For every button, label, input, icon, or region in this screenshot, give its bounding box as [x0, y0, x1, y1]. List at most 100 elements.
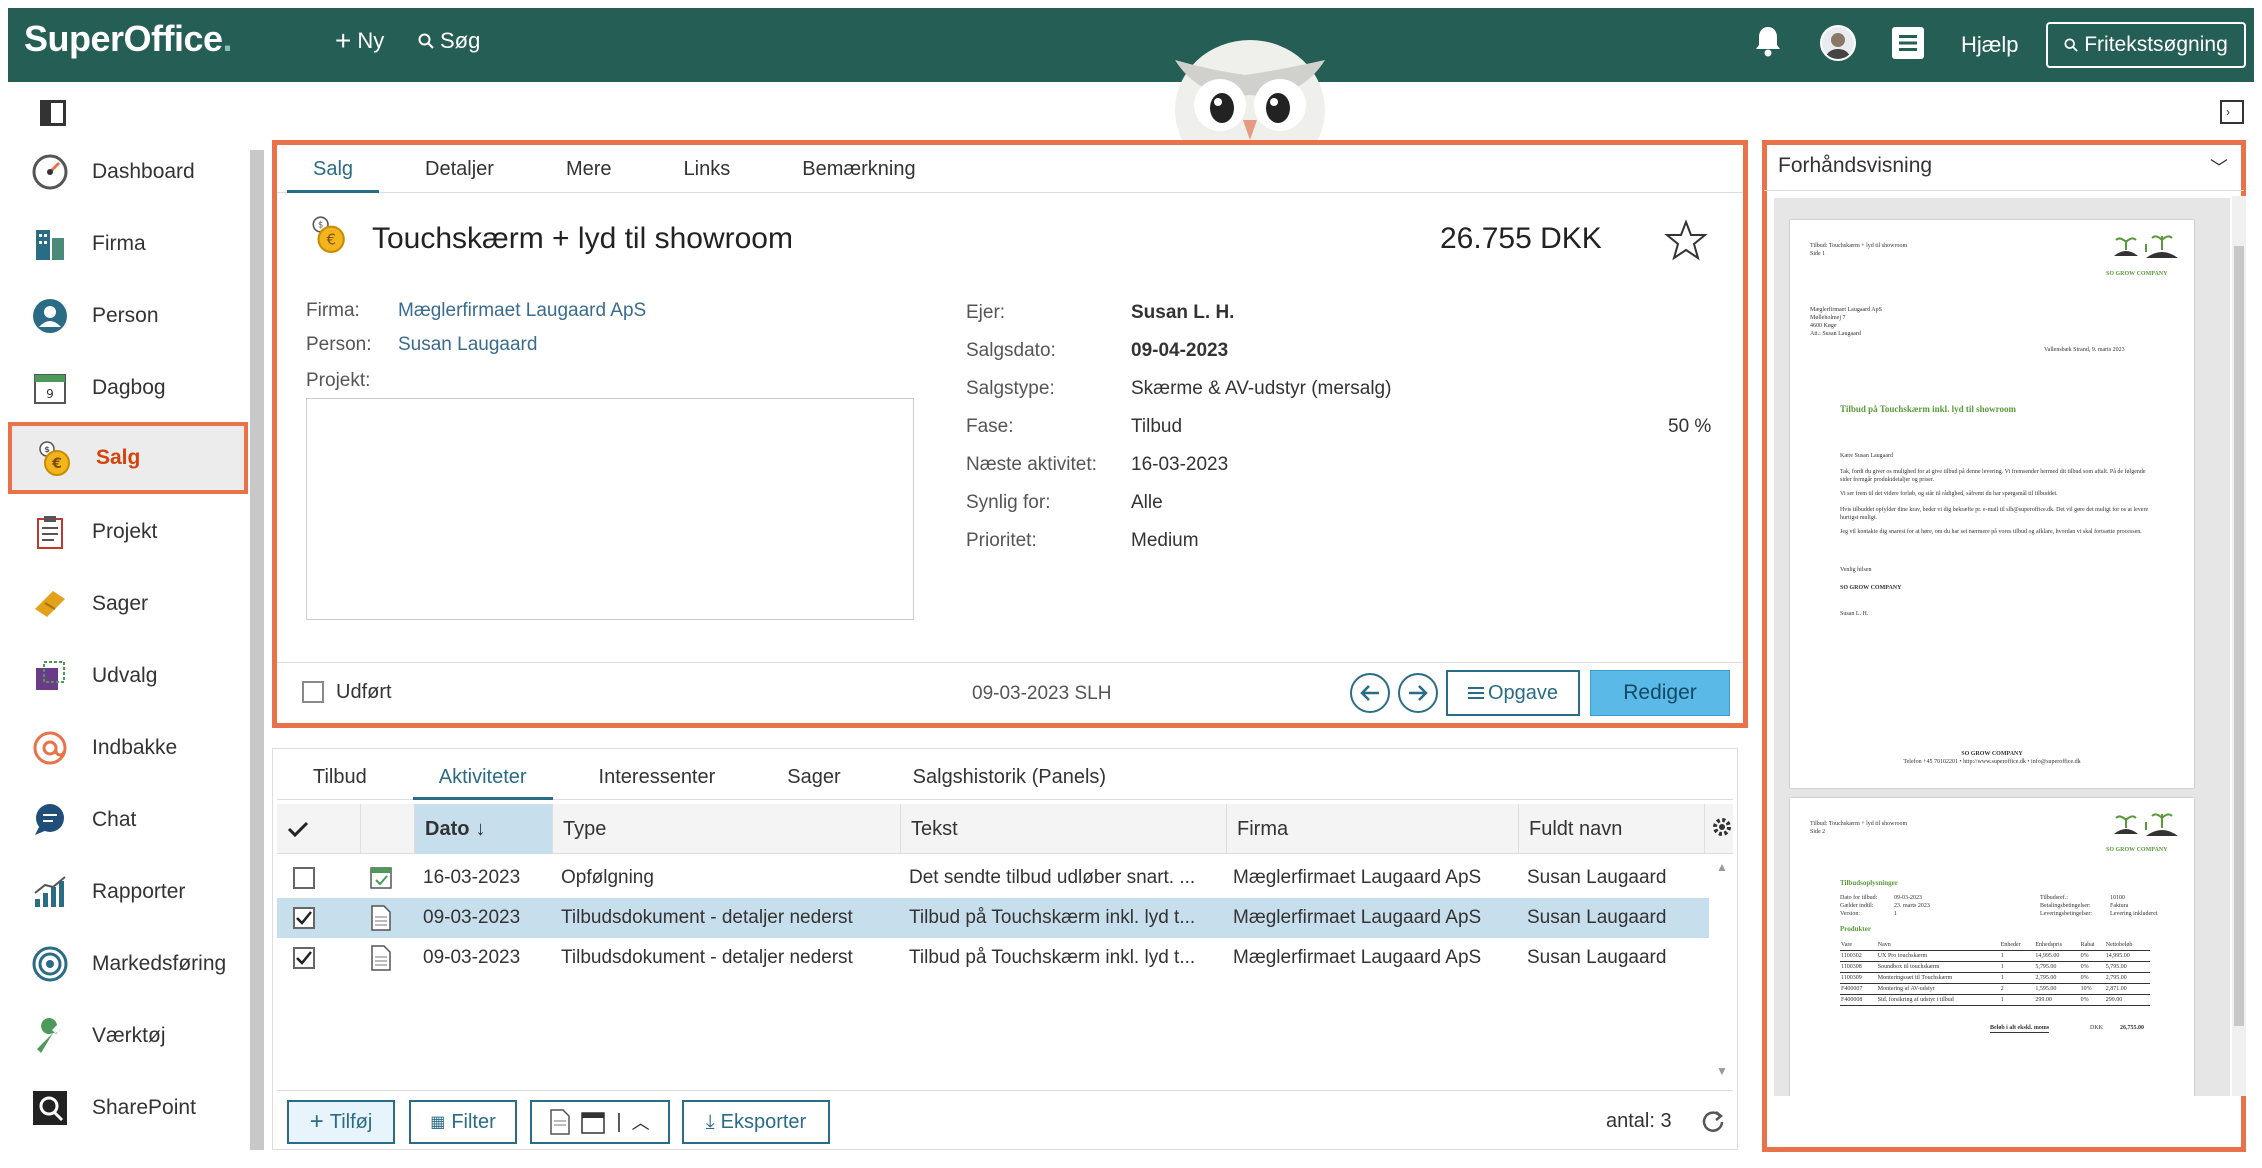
- table-row[interactable]: 16-03-2023 Opfølgning Det sendte tilbud …: [277, 858, 1709, 898]
- sale-date-value: 09-04-2023: [1131, 340, 1229, 361]
- expand-panel-icon[interactable]: ›: [2220, 100, 2244, 124]
- add-button[interactable]: + Tilføj: [287, 1100, 395, 1144]
- sidebar-collapse-icon[interactable]: [40, 100, 66, 126]
- sidebar-item-label: Udvalg: [92, 664, 158, 687]
- hamburger-menu-icon[interactable]: [1892, 27, 1924, 59]
- building-icon: [30, 224, 70, 264]
- tab-sager[interactable]: Sager: [751, 754, 876, 799]
- task-button[interactable]: Opgave: [1446, 670, 1580, 716]
- person-link[interactable]: Susan Laugaard: [398, 334, 537, 356]
- sidebar-item-indbakke[interactable]: Indbakke: [8, 712, 248, 784]
- select-all-checkmark[interactable]: [277, 804, 361, 854]
- tab-aktiviteter[interactable]: Aktiviteter: [403, 754, 563, 800]
- tab-bemaerkning[interactable]: Bemærkning: [766, 145, 951, 192]
- edit-button[interactable]: Rediger: [1590, 670, 1730, 716]
- refresh-icon[interactable]: [1700, 1108, 1726, 1139]
- firma-link[interactable]: Mæglerfirmaet Laugaard ApS: [398, 300, 646, 322]
- doc-heading: Tilbud på Touchskærm inkl. lyd til showr…: [1840, 404, 2016, 414]
- product-cell: 0%: [2080, 964, 2089, 970]
- fulltext-search-label: Fritekstsøgning: [2084, 33, 2228, 56]
- doc2-info-left-2-value: 23. marts 2023: [1894, 903, 1930, 909]
- tab-mere[interactable]: Mere: [530, 145, 648, 192]
- sidebar-item-dashboard[interactable]: Dashboard: [8, 136, 248, 208]
- sidebar-item-rapporter[interactable]: Rapporter: [8, 856, 248, 928]
- fulltext-search-button[interactable]: Fritekstsøgning: [2046, 22, 2246, 68]
- chevron-down-icon[interactable]: ﹀: [2210, 154, 2228, 180]
- sidebar-item-person[interactable]: Person: [8, 280, 248, 352]
- table-row[interactable]: 09-03-2023 Tilbudsdokument - detaljer ne…: [277, 898, 1709, 938]
- column-firma[interactable]: Firma: [1227, 804, 1519, 854]
- superoffice-logo[interactable]: SuperOffice.: [24, 18, 233, 60]
- column-fuldt-navn[interactable]: Fuldt navn: [1519, 804, 1705, 854]
- search-button[interactable]: Søg: [418, 28, 480, 54]
- sidebar-item-projekt[interactable]: Projekt: [8, 496, 248, 568]
- sidebar-scrollbar[interactable]: [250, 150, 264, 1150]
- sidebar-item-firma[interactable]: Firma: [8, 208, 248, 280]
- tab-links[interactable]: Links: [648, 145, 767, 192]
- tab-interessenter[interactable]: Interessenter: [563, 754, 752, 799]
- preview-scroll-thumb[interactable]: [2234, 246, 2244, 1026]
- product-row: 1100309 Monteringssæt til Touchskærm 1 2,79…: [1840, 972, 2150, 984]
- next-arrow-icon[interactable]: [1398, 673, 1438, 713]
- row-checkbox[interactable]: [293, 947, 315, 969]
- preview-document[interactable]: Tilbud: Touchskærm + lyd til showroom Si…: [1774, 198, 2230, 1096]
- sidebar-item-sharepoint[interactable]: SharePoint: [8, 1072, 248, 1144]
- sidebar-item-markedsforing[interactable]: Markedsføring: [8, 928, 248, 1000]
- product-cell: 1: [2000, 964, 2004, 970]
- column-tekst[interactable]: Tekst: [901, 804, 1227, 854]
- company-logo-icon: [2114, 813, 2178, 836]
- doc-address-1: Mæglerfirmaet Laugaard ApS: [1810, 307, 1882, 313]
- sale-amount: 26.755 DKK: [1440, 222, 1602, 256]
- help-link[interactable]: Hjælp: [1961, 32, 2018, 58]
- row-checkbox[interactable]: [293, 867, 315, 889]
- plus-icon: +: [309, 1108, 324, 1135]
- product-cell: F400008: [1841, 997, 1863, 1003]
- sidebar-item-salg[interactable]: $ € Salg: [8, 422, 248, 494]
- calendar-view-icon[interactable]: [580, 1109, 606, 1135]
- product-cell: 1,595.00: [2035, 986, 2057, 992]
- bell-icon[interactable]: [1752, 24, 1784, 58]
- gear-icon[interactable]: [1710, 815, 1734, 844]
- sidebar-item-dagbog[interactable]: 9 Dagbog: [8, 352, 248, 424]
- product-cell: 1: [2000, 953, 2004, 959]
- product-cell: 2,871.00: [2105, 986, 2127, 992]
- column-type[interactable]: Type: [553, 804, 901, 854]
- amount-value: 26.755: [1440, 222, 1532, 255]
- tab-salgshistorik[interactable]: Salgshistorik (Panels): [877, 754, 1142, 799]
- new-button[interactable]: + Ny: [335, 25, 384, 56]
- sidebar-item-chat[interactable]: Chat: [8, 784, 248, 856]
- plus-icon: +: [335, 25, 352, 56]
- grid-icon: ▦: [430, 1114, 446, 1131]
- done-checkbox[interactable]: [302, 681, 324, 703]
- product-cell: UX Pro touchskærm: [1877, 953, 1928, 959]
- sidebar-item-sager[interactable]: Sager: [8, 568, 248, 640]
- filter-button[interactable]: ▦ Filter: [409, 1100, 517, 1144]
- product-cell: Montering af AV-udstyr: [1877, 986, 1935, 992]
- sidebar-item-vaerktoj[interactable]: Værktøj: [8, 1000, 248, 1072]
- previous-arrow-icon[interactable]: [1350, 673, 1390, 713]
- svg-text:€: €: [326, 232, 335, 249]
- row-checkbox[interactable]: [293, 907, 315, 929]
- document-icon: [371, 945, 391, 985]
- doc-paragraph-4: Jeg vil kontakte dig snarest for at høre…: [1840, 529, 2142, 535]
- priority-value: Medium: [1131, 530, 1199, 551]
- sidebar-item-label: Rapporter: [92, 880, 186, 903]
- sidebar-item-udvalg[interactable]: Udvalg: [8, 640, 248, 712]
- description-textarea[interactable]: [306, 398, 914, 620]
- download-icon: ⤓: [705, 1110, 715, 1133]
- product-cell: 1100309: [1841, 975, 1862, 981]
- column-dato[interactable]: Dato ↓: [415, 804, 553, 854]
- document-view-icon[interactable]: [550, 1109, 571, 1135]
- avatar[interactable]: [1820, 25, 1856, 61]
- product-col: Navn: [1877, 942, 1891, 948]
- favorite-star-icon[interactable]: [1664, 218, 1708, 262]
- grid-scrollbar[interactable]: ▲ ▼: [1714, 856, 1730, 1082]
- chevron-up-icon[interactable]: ︿: [632, 1109, 650, 1135]
- tab-tilbud[interactable]: Tilbud: [277, 754, 403, 799]
- export-button[interactable]: ⤓ Eksporter: [682, 1100, 830, 1144]
- preview-scrollbar[interactable]: [2232, 196, 2246, 1096]
- doc2-info-right-1-label: Tilbudsref.:: [2040, 895, 2068, 901]
- tab-salg[interactable]: Salg: [277, 145, 389, 193]
- table-row[interactable]: 09-03-2023 Tilbudsdokument - detaljer ne…: [277, 938, 1709, 978]
- tab-detaljer[interactable]: Detaljer: [389, 145, 530, 192]
